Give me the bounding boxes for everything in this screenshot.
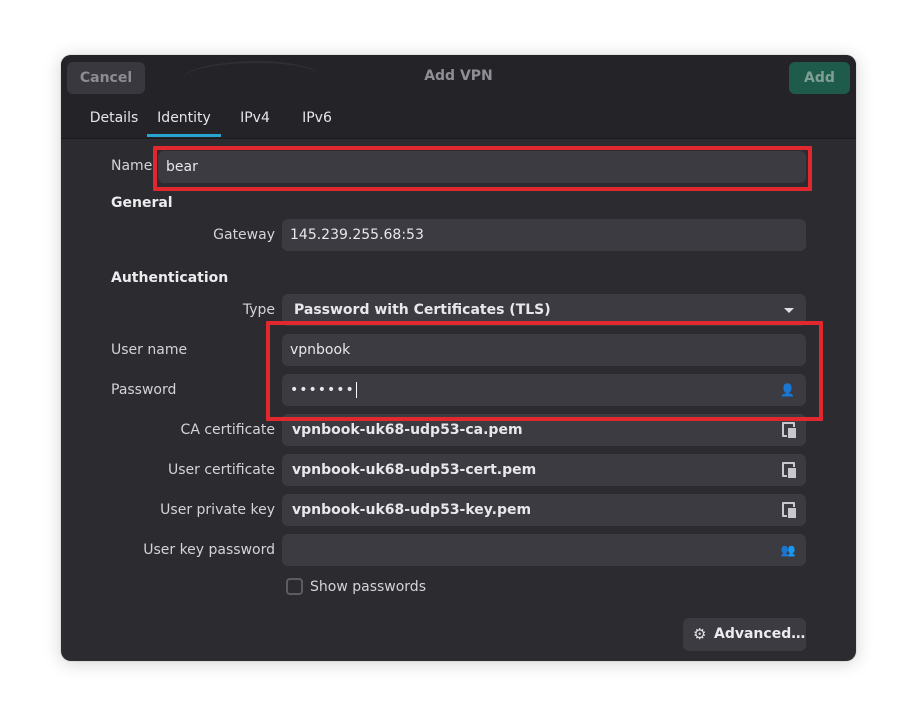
user-key-password-field[interactable]: 👥 xyxy=(282,534,806,566)
highlight-box-name xyxy=(153,146,812,191)
gateway-field[interactable]: 145.239.255.68:53 xyxy=(282,219,806,251)
tab-ipv6[interactable]: IPv6 xyxy=(295,99,339,137)
tab-bar: Details Identity IPv4 IPv6 xyxy=(61,99,856,137)
auth-type-value: Password with Certificates (TLS) xyxy=(294,302,551,318)
document-open-icon[interactable] xyxy=(782,422,797,439)
user-private-key-label: User private key xyxy=(160,502,275,518)
gateway-field-value: 145.239.255.68:53 xyxy=(290,227,424,243)
user-certificate-value: vpnbook-uk68-udp53-cert.pem xyxy=(292,462,537,478)
user-key-password-label: User key password xyxy=(143,542,275,558)
user-private-key-value: vpnbook-uk68-udp53-key.pem xyxy=(292,502,532,518)
ca-certificate-label: CA certificate xyxy=(180,422,275,438)
ca-certificate-value: vpnbook-uk68-udp53-ca.pem xyxy=(292,422,523,438)
gateway-label: Gateway xyxy=(213,227,275,243)
username-label: User name xyxy=(111,342,188,358)
users-icon[interactable]: 👥 xyxy=(780,542,796,558)
dialog-title: Add VPN xyxy=(424,68,493,84)
type-label: Type xyxy=(242,302,275,318)
tab-details[interactable]: Details xyxy=(71,99,157,137)
tab-ipv4[interactable]: IPv4 xyxy=(233,99,277,137)
password-label: Password xyxy=(111,382,177,398)
add-button[interactable]: Add xyxy=(789,62,850,94)
user-certificate-label: User certificate xyxy=(167,462,275,478)
document-open-icon[interactable] xyxy=(782,502,797,519)
tab-identity[interactable]: Identity xyxy=(147,99,221,137)
document-open-icon[interactable] xyxy=(782,462,797,479)
gear-icon: ⚙ xyxy=(693,625,707,643)
advanced-label: Advanced… xyxy=(714,626,806,642)
general-heading: General xyxy=(111,195,173,211)
advanced-button[interactable]: ⚙ Advanced… xyxy=(683,618,806,651)
name-label: Name xyxy=(111,158,153,174)
show-passwords-checkbox[interactable] xyxy=(286,578,303,595)
user-private-key-chooser[interactable]: vpnbook-uk68-udp53-key.pem xyxy=(282,494,806,526)
user-certificate-chooser[interactable]: vpnbook-uk68-udp53-cert.pem xyxy=(282,454,806,486)
header-bar: Cancel Add VPN Add Details Identity IPv4… xyxy=(61,55,856,139)
chevron-down-icon xyxy=(784,308,794,313)
show-passwords-label[interactable]: Show passwords xyxy=(310,579,426,595)
highlight-box-credentials xyxy=(266,321,823,421)
authentication-heading: Authentication xyxy=(111,270,229,286)
